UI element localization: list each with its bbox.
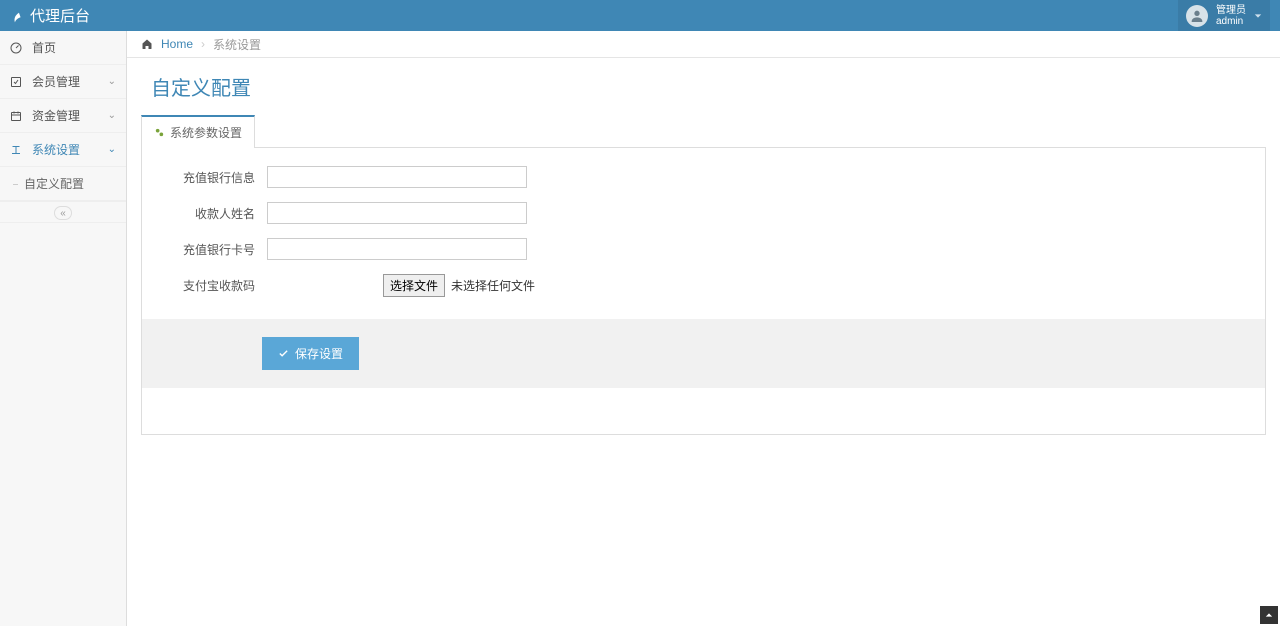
breadcrumb-separator: › xyxy=(201,37,205,51)
chevron-down-icon: ⌄ xyxy=(108,144,116,155)
home-icon xyxy=(141,38,153,50)
username: admin xyxy=(1216,16,1246,27)
chevron-down-icon: ⌄ xyxy=(108,110,116,121)
user-menu[interactable]: 管理员 admin xyxy=(1178,0,1270,31)
logo: 代理后台 xyxy=(10,5,90,26)
dashboard-icon xyxy=(10,42,24,54)
tab-label: 系统参数设置 xyxy=(170,124,242,141)
user-info: 管理员 admin xyxy=(1216,5,1246,27)
app-name: 代理后台 xyxy=(30,5,90,26)
bank-info-input[interactable] xyxy=(267,166,527,188)
edit-icon xyxy=(10,76,24,88)
sidebar-item-home[interactable]: 首页 xyxy=(0,31,126,65)
payee-input[interactable] xyxy=(267,202,527,224)
calendar-icon xyxy=(10,110,24,122)
payee-label: 收款人姓名 xyxy=(152,205,267,222)
check-icon xyxy=(278,348,289,359)
page-title: 自定义配置 xyxy=(141,58,1266,115)
user-role: 管理员 xyxy=(1216,5,1246,16)
form-actions: 保存设置 xyxy=(142,319,1265,388)
sidebar-item-funds[interactable]: 资金管理 ⌄ xyxy=(0,99,126,133)
tab-system-params[interactable]: 系统参数设置 xyxy=(141,115,255,148)
bank-card-input[interactable] xyxy=(267,238,527,260)
sidebar-label: 首页 xyxy=(32,39,56,56)
file-select-button[interactable]: 选择文件 xyxy=(383,274,445,297)
sidebar-label: 资金管理 xyxy=(32,107,80,124)
sidebar: 首页 会员管理 ⌄ 资金管理 ⌄ 系统设置 ⌄ 自定义配置 « xyxy=(0,31,127,626)
top-header: 代理后台 管理员 admin xyxy=(0,0,1280,31)
chevron-down-icon: ⌄ xyxy=(108,76,116,87)
file-status-text: 未选择任何文件 xyxy=(451,277,535,294)
sidebar-item-system[interactable]: 系统设置 ⌄ xyxy=(0,133,126,167)
form-panel: 充值银行信息 收款人姓名 充值银行卡号 支付宝收款码 选择文件 未选择任何文件 xyxy=(141,147,1266,435)
sidebar-subitem-custom-config[interactable]: 自定义配置 xyxy=(0,167,126,201)
gear-icon xyxy=(154,127,165,138)
avatar-icon xyxy=(1186,5,1208,27)
main-content: Home › 系统设置 自定义配置 系统参数设置 充值银行信息 xyxy=(127,31,1280,626)
breadcrumb-home-link[interactable]: Home xyxy=(161,37,193,51)
breadcrumb: Home › 系统设置 xyxy=(127,31,1280,58)
leaf-icon xyxy=(10,9,24,23)
save-button-label: 保存设置 xyxy=(295,345,343,362)
text-icon xyxy=(10,144,24,156)
sidebar-label: 系统设置 xyxy=(32,141,80,158)
breadcrumb-current: 系统设置 xyxy=(213,36,261,53)
alipay-label: 支付宝收款码 xyxy=(152,277,267,294)
chevron-up-icon xyxy=(1265,611,1273,619)
bank-card-label: 充值银行卡号 xyxy=(152,241,267,258)
save-button[interactable]: 保存设置 xyxy=(262,337,359,370)
scroll-top-button[interactable] xyxy=(1260,606,1278,624)
tabs: 系统参数设置 xyxy=(141,115,1266,148)
sidebar-collapse-button[interactable]: « xyxy=(54,206,72,220)
double-chevron-left-icon: « xyxy=(60,208,66,219)
chevron-down-icon xyxy=(1254,12,1262,20)
sidebar-label: 会员管理 xyxy=(32,73,80,90)
bank-info-label: 充值银行信息 xyxy=(152,169,267,186)
sidebar-item-member[interactable]: 会员管理 ⌄ xyxy=(0,65,126,99)
